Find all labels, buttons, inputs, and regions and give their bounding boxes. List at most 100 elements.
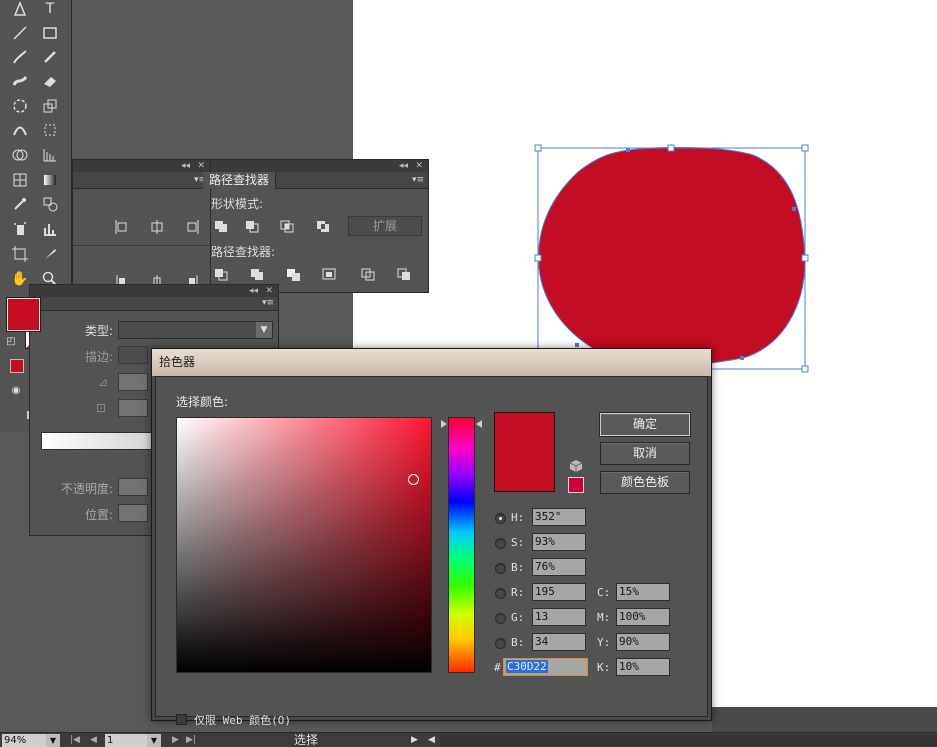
opacity-label: 不透明度: <box>61 482 114 496</box>
opacity-field[interactable] <box>118 478 148 496</box>
brightness-field[interactable]: 76% <box>532 558 586 576</box>
tab-pathfinder[interactable]: 路径查找器 <box>203 172 277 189</box>
hex-value: C30D22 <box>506 660 548 673</box>
web-safe-color-swatch[interactable] <box>568 477 584 493</box>
angle-field[interactable] <box>118 373 148 391</box>
collapse-panel-icon[interactable]: ◂◂ <box>249 285 258 297</box>
stroke-gradient-buttons[interactable] <box>118 346 148 364</box>
horizontal-scrollbar[interactable] <box>440 735 937 746</box>
previous-artboard-icon[interactable]: ◀ <box>90 733 97 747</box>
cyan-field[interactable]: 15% <box>616 583 670 601</box>
close-panel-icon[interactable]: ✕ <box>197 160 205 172</box>
perspective-grid-tool-icon[interactable] <box>38 144 62 166</box>
align-left-icon[interactable] <box>113 219 131 235</box>
minus-front-icon[interactable] <box>243 218 261 234</box>
exclude-icon[interactable] <box>314 218 332 234</box>
symbol-sprayer-tool-icon[interactable] <box>8 218 32 240</box>
last-artboard-icon[interactable]: ▶| <box>186 733 196 747</box>
artboard-number-field[interactable]: 1 <box>105 734 147 747</box>
scale-tool-icon[interactable] <box>38 95 62 117</box>
hue-slider-right-arrow-icon[interactable] <box>476 420 482 428</box>
gradient-type-select[interactable]: ▼ <box>118 321 273 339</box>
expand-button[interactable]: 扩展 <box>348 216 422 236</box>
ok-button[interactable]: 确定 <box>599 412 691 437</box>
aspect-ratio-field[interactable] <box>118 399 148 417</box>
color-picker-dialog: 拾色器 选择颜色: 确定 取消 颜色色板 H: 352° S: 93% B: 7… <box>151 348 712 727</box>
radio-blue[interactable] <box>495 638 506 649</box>
merge-icon[interactable] <box>284 266 302 282</box>
dialog-title[interactable]: 拾色器 <box>152 349 711 376</box>
out-of-web-gamut-cube-icon[interactable] <box>569 459 583 473</box>
green-field[interactable]: 13 <box>532 608 586 626</box>
panel-menu-icon[interactable]: ▾≡ <box>412 173 424 188</box>
fill-color-swatch[interactable] <box>6 297 41 332</box>
column-graph-tool-icon[interactable] <box>38 218 62 240</box>
radio-green[interactable] <box>495 613 506 624</box>
align-right-icon[interactable] <box>183 219 201 235</box>
eyedropper-tool-icon[interactable] <box>8 193 32 215</box>
hue-slider-left-arrow-icon[interactable] <box>441 420 447 428</box>
width-tool-icon[interactable] <box>8 119 32 141</box>
blob-brush-tool-icon[interactable] <box>8 70 32 92</box>
status-text[interactable]: 选择 <box>294 733 318 747</box>
color-swatches-button[interactable]: 颜色色板 <box>600 471 690 494</box>
color-marker-icon[interactable] <box>408 474 419 485</box>
radio-saturation[interactable] <box>495 538 506 549</box>
saturation-field[interactable]: 93% <box>532 533 586 551</box>
paintbrush-tool-icon[interactable] <box>8 46 32 68</box>
black-field[interactable]: 10% <box>616 658 670 676</box>
unite-icon[interactable] <box>212 218 230 234</box>
position-field[interactable] <box>118 504 148 522</box>
color-mode-icon[interactable] <box>10 359 24 373</box>
zoom-field[interactable]: 94% <box>2 734 46 747</box>
collapse-panel-icon[interactable]: ◂◂ <box>181 160 190 172</box>
align-center-icon[interactable] <box>148 219 166 235</box>
artboard-dropdown-chevron-icon[interactable]: ▼ <box>147 734 161 747</box>
blend-tool-icon[interactable] <box>38 193 62 215</box>
radio-hue[interactable] <box>495 513 506 524</box>
close-panel-icon[interactable]: ✕ <box>415 160 423 172</box>
free-transform-tool-icon[interactable] <box>38 119 62 141</box>
saturation-brightness-field[interactable] <box>176 417 432 673</box>
panel-menu-icon[interactable]: ▾≡ <box>262 296 274 311</box>
gradient-tool-icon[interactable] <box>38 169 62 191</box>
line-tool-icon[interactable] <box>8 22 32 44</box>
zoom-dropdown-chevron-icon[interactable]: ▼ <box>46 734 60 747</box>
default-fill-stroke-icon[interactable]: ◰ <box>4 334 18 348</box>
status-menu-arrow-icon[interactable]: ▶ <box>411 733 418 747</box>
yellow-field[interactable]: 90% <box>616 633 670 651</box>
hex-field[interactable]: C30D22 <box>503 658 588 676</box>
eraser-tool-icon[interactable] <box>38 70 62 92</box>
trim-icon[interactable] <box>248 266 266 282</box>
shape-builder-tool-icon[interactable] <box>8 144 32 166</box>
outline-icon[interactable] <box>359 266 377 282</box>
radio-brightness[interactable] <box>495 563 506 574</box>
scroll-left-arrow-icon[interactable]: ◀ <box>428 733 435 747</box>
first-artboard-icon[interactable]: |◀ <box>70 733 80 747</box>
rectangle-tool-icon[interactable] <box>38 22 62 44</box>
hue-slider[interactable] <box>448 417 475 673</box>
collapse-panel-icon[interactable]: ◂◂ <box>399 160 408 172</box>
blue-field[interactable]: 34 <box>532 633 586 651</box>
type-tool-icon[interactable]: T <box>38 0 62 20</box>
red-field[interactable]: 195 <box>532 583 586 601</box>
next-artboard-icon[interactable]: ▶ <box>172 733 179 747</box>
mesh-tool-icon[interactable] <box>8 169 32 191</box>
rotate-tool-icon[interactable] <box>8 95 32 117</box>
gradient-slider[interactable] <box>41 432 161 450</box>
selected-shape[interactable] <box>353 0 937 380</box>
artboard-tool-icon[interactable] <box>8 243 32 265</box>
minus-back-icon[interactable] <box>395 266 413 282</box>
slice-tool-icon[interactable] <box>38 243 62 265</box>
cancel-button[interactable]: 取消 <box>600 442 690 465</box>
hue-field[interactable]: 352° <box>532 508 586 526</box>
crop-icon[interactable] <box>320 266 338 282</box>
web-only-checkbox[interactable] <box>176 714 187 725</box>
draw-normal-icon[interactable]: ◉ <box>8 382 24 398</box>
pen-tool-icon[interactable] <box>8 0 32 20</box>
pencil-tool-icon[interactable] <box>38 46 62 68</box>
divide-icon[interactable] <box>212 266 230 282</box>
radio-red[interactable] <box>495 588 506 599</box>
intersect-icon[interactable] <box>278 218 296 234</box>
magenta-field[interactable]: 100% <box>616 608 670 626</box>
